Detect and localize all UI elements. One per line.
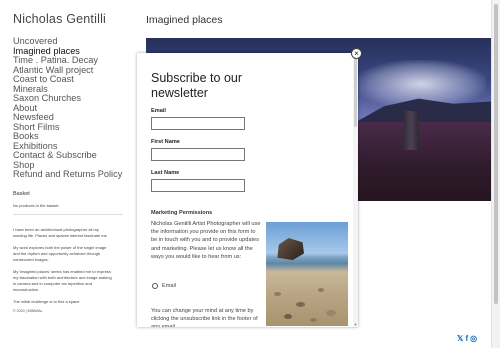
copyright: © 2020 | MINIMAL: [13, 308, 43, 313]
main-nav: Uncovered Imagined places Time . Patina.…: [13, 36, 131, 180]
modal-title: Subscribe to our newsletter: [151, 71, 243, 100]
email-permission-option[interactable]: Email: [152, 283, 176, 289]
about-paragraph: The initial challenge is to find a space: [13, 298, 80, 304]
basket-empty-text: No products in the basket.: [13, 202, 60, 208]
about-paragraph: My 'imagined places' series has enabled …: [13, 268, 112, 292]
sidebar-divider: [13, 213, 123, 215]
marketing-permissions-title: Marketing Permissions: [151, 210, 213, 216]
page-title: Imagined places: [146, 14, 223, 26]
first-name-label: First Name: [151, 139, 180, 145]
email-field[interactable]: [151, 117, 245, 130]
nav-item-refund-policy[interactable]: Refund and Returns Policy: [13, 169, 131, 180]
facebook-icon[interactable]: f: [465, 334, 468, 343]
first-name-field[interactable]: [151, 148, 245, 161]
last-name-field[interactable]: [151, 179, 245, 192]
about-paragraph: My work explores both the power of the s…: [13, 244, 107, 262]
scroll-down-icon[interactable]: ▼: [353, 322, 358, 327]
monolith-figure: [402, 110, 420, 150]
about-paragraph: I have been an architectural photographe…: [13, 226, 107, 238]
instagram-icon[interactable]: ◎: [470, 334, 477, 343]
social-links: 𝕏 f ◎: [457, 334, 477, 343]
email-label: Email: [151, 108, 166, 114]
marketing-permissions-text: Nicholas Gentilli Artist Photographer wi…: [151, 221, 261, 260]
modal-scrollbar-thumb[interactable]: [354, 57, 357, 127]
modal-scrollbar[interactable]: ▲ ▼: [353, 53, 358, 327]
email-permission-label: Email: [162, 283, 176, 289]
close-icon[interactable]: ×: [351, 48, 362, 59]
beach-rock-image: [266, 222, 348, 326]
sidebar: Nicholas Gentilli Uncovered Imagined pla…: [13, 12, 131, 313]
about-text: I have been an architectural photographe…: [13, 227, 131, 305]
basket-title: Basket: [13, 190, 30, 197]
page-scrollbar-thumb[interactable]: [494, 4, 498, 304]
newsletter-modal: Subscribe to our newsletter Email First …: [137, 53, 358, 327]
page-scrollbar[interactable]: [491, 0, 500, 348]
last-name-label: Last Name: [151, 170, 180, 176]
unsubscribe-info-text: You can change your mind at any time by …: [151, 308, 258, 327]
site-title[interactable]: Nicholas Gentilli: [13, 12, 131, 26]
email-permission-checkbox[interactable]: [152, 283, 158, 289]
twitter-icon[interactable]: 𝕏: [457, 334, 463, 343]
